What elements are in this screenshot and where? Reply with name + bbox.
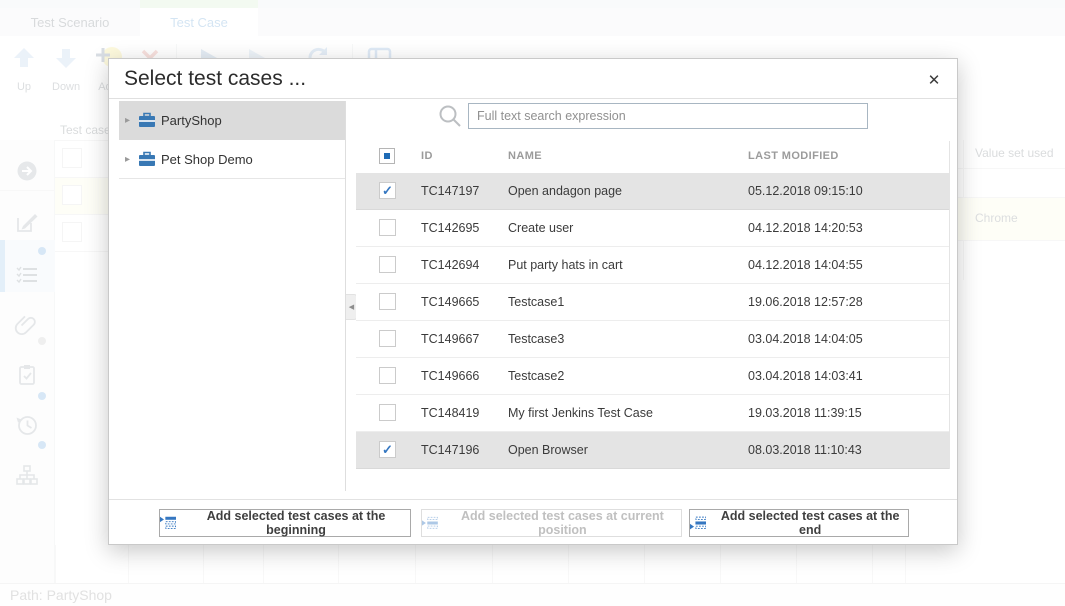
row-modified: 03.04.2018 14:03:41 (748, 358, 863, 394)
button-label: Add selected test cases at the beginning (182, 509, 410, 537)
row-name: Put party hats in cart (508, 247, 623, 283)
test-case-table: ✓ TC147197 Open andagon page 05.12.2018 … (356, 173, 949, 469)
tree-item-label: Pet Shop Demo (161, 152, 253, 167)
button-label: Add selected test cases at the end (712, 509, 908, 537)
row-checkbox[interactable] (379, 256, 396, 273)
title-divider (109, 98, 957, 99)
row-modified: 19.06.2018 12:57:28 (748, 284, 863, 320)
row-modified: 05.12.2018 09:15:10 (748, 173, 863, 209)
row-id: TC142695 (421, 210, 479, 246)
row-id: TC148419 (421, 395, 479, 431)
insert-middle-icon (422, 516, 438, 530)
footer-divider (109, 499, 957, 500)
row-checkbox[interactable] (379, 404, 396, 421)
table-right-edge (949, 141, 950, 469)
row-checkbox[interactable]: ✓ (379, 441, 396, 458)
insert-bottom-icon (690, 516, 706, 530)
tree-expand-icon[interactable]: ▸ (125, 115, 130, 126)
row-name: Open andagon page (508, 173, 622, 209)
project-tree: ▸ PartyShop ▸ Pet Shop Demo (119, 101, 346, 491)
row-checkbox[interactable]: ✓ (379, 182, 396, 199)
row-modified: 04.12.2018 14:20:53 (748, 210, 863, 246)
collapse-arrow-icon: ◀ (349, 303, 354, 311)
test-case-row[interactable]: TC148419 My first Jenkins Test Case 19.0… (356, 395, 949, 432)
row-name: Open Browser (508, 432, 588, 468)
button-label: Add selected test cases at current posit… (444, 509, 681, 537)
table-header: ID NAME LAST MODIFIED (356, 141, 949, 173)
test-case-row[interactable]: ✓ TC147196 Open Browser 08.03.2018 11:10… (356, 432, 949, 469)
tree-item-label: PartyShop (161, 113, 222, 128)
insert-top-icon (160, 516, 176, 530)
row-checkbox[interactable] (379, 330, 396, 347)
row-name: Testcase3 (508, 321, 564, 357)
row-name: Create user (508, 210, 573, 246)
project-briefcase-icon (138, 112, 156, 128)
search-input[interactable] (468, 103, 868, 129)
row-id: TC147196 (421, 432, 479, 468)
row-checkbox[interactable] (379, 219, 396, 236)
test-case-row[interactable]: ✓ TC147197 Open andagon page 05.12.2018 … (356, 173, 949, 210)
row-id: TC147197 (421, 173, 479, 209)
row-modified: 19.03.2018 11:39:15 (748, 395, 862, 431)
test-case-row[interactable]: TC142694 Put party hats in cart 04.12.20… (356, 247, 949, 284)
row-checkbox[interactable] (379, 293, 396, 310)
row-id: TC142694 (421, 247, 479, 283)
row-modified: 03.04.2018 14:04:05 (748, 321, 863, 357)
test-case-row[interactable]: TC149667 Testcase3 03.04.2018 14:04:05 (356, 321, 949, 358)
column-header-id[interactable]: ID (421, 150, 433, 162)
column-header-last-modified[interactable]: LAST MODIFIED (748, 150, 839, 162)
test-case-row[interactable]: TC149666 Testcase2 03.04.2018 14:03:41 (356, 358, 949, 395)
row-modified: 04.12.2018 14:04:55 (748, 247, 863, 283)
row-id: TC149667 (421, 321, 479, 357)
tree-expand-icon[interactable]: ▸ (125, 154, 130, 165)
add-at-current-position-button[interactable]: Add selected test cases at current posit… (421, 509, 682, 537)
add-at-beginning-button[interactable]: Add selected test cases at the beginning (159, 509, 411, 537)
dialog-title: Select test cases ... (124, 67, 306, 91)
row-name: Testcase1 (508, 284, 564, 320)
row-name: Testcase2 (508, 358, 564, 394)
test-case-row[interactable]: TC149665 Testcase1 19.06.2018 12:57:28 (356, 284, 949, 321)
row-id: TC149665 (421, 284, 479, 320)
row-name: My first Jenkins Test Case (508, 395, 653, 431)
close-icon[interactable]: ✕ (923, 69, 945, 91)
column-header-name[interactable]: NAME (508, 150, 542, 162)
search-icon (438, 104, 463, 129)
row-modified: 08.03.2018 11:10:43 (748, 432, 862, 468)
select-test-cases-dialog: Select test cases ... ✕ ▸ PartyShop ▸ (108, 58, 958, 545)
select-all-checkbox[interactable] (379, 148, 395, 164)
project-briefcase-icon (138, 151, 156, 167)
test-case-row[interactable]: TC142695 Create user 04.12.2018 14:20:53 (356, 210, 949, 247)
add-at-end-button[interactable]: Add selected test cases at the end (689, 509, 909, 537)
row-id: TC149666 (421, 358, 479, 394)
application-window: Test Scenario Test Case Up Down Add (0, 0, 1065, 606)
tree-item-partyshop[interactable]: ▸ PartyShop (119, 101, 345, 140)
row-checkbox[interactable] (379, 367, 396, 384)
tree-item-pet-shop-demo[interactable]: ▸ Pet Shop Demo (119, 140, 345, 179)
